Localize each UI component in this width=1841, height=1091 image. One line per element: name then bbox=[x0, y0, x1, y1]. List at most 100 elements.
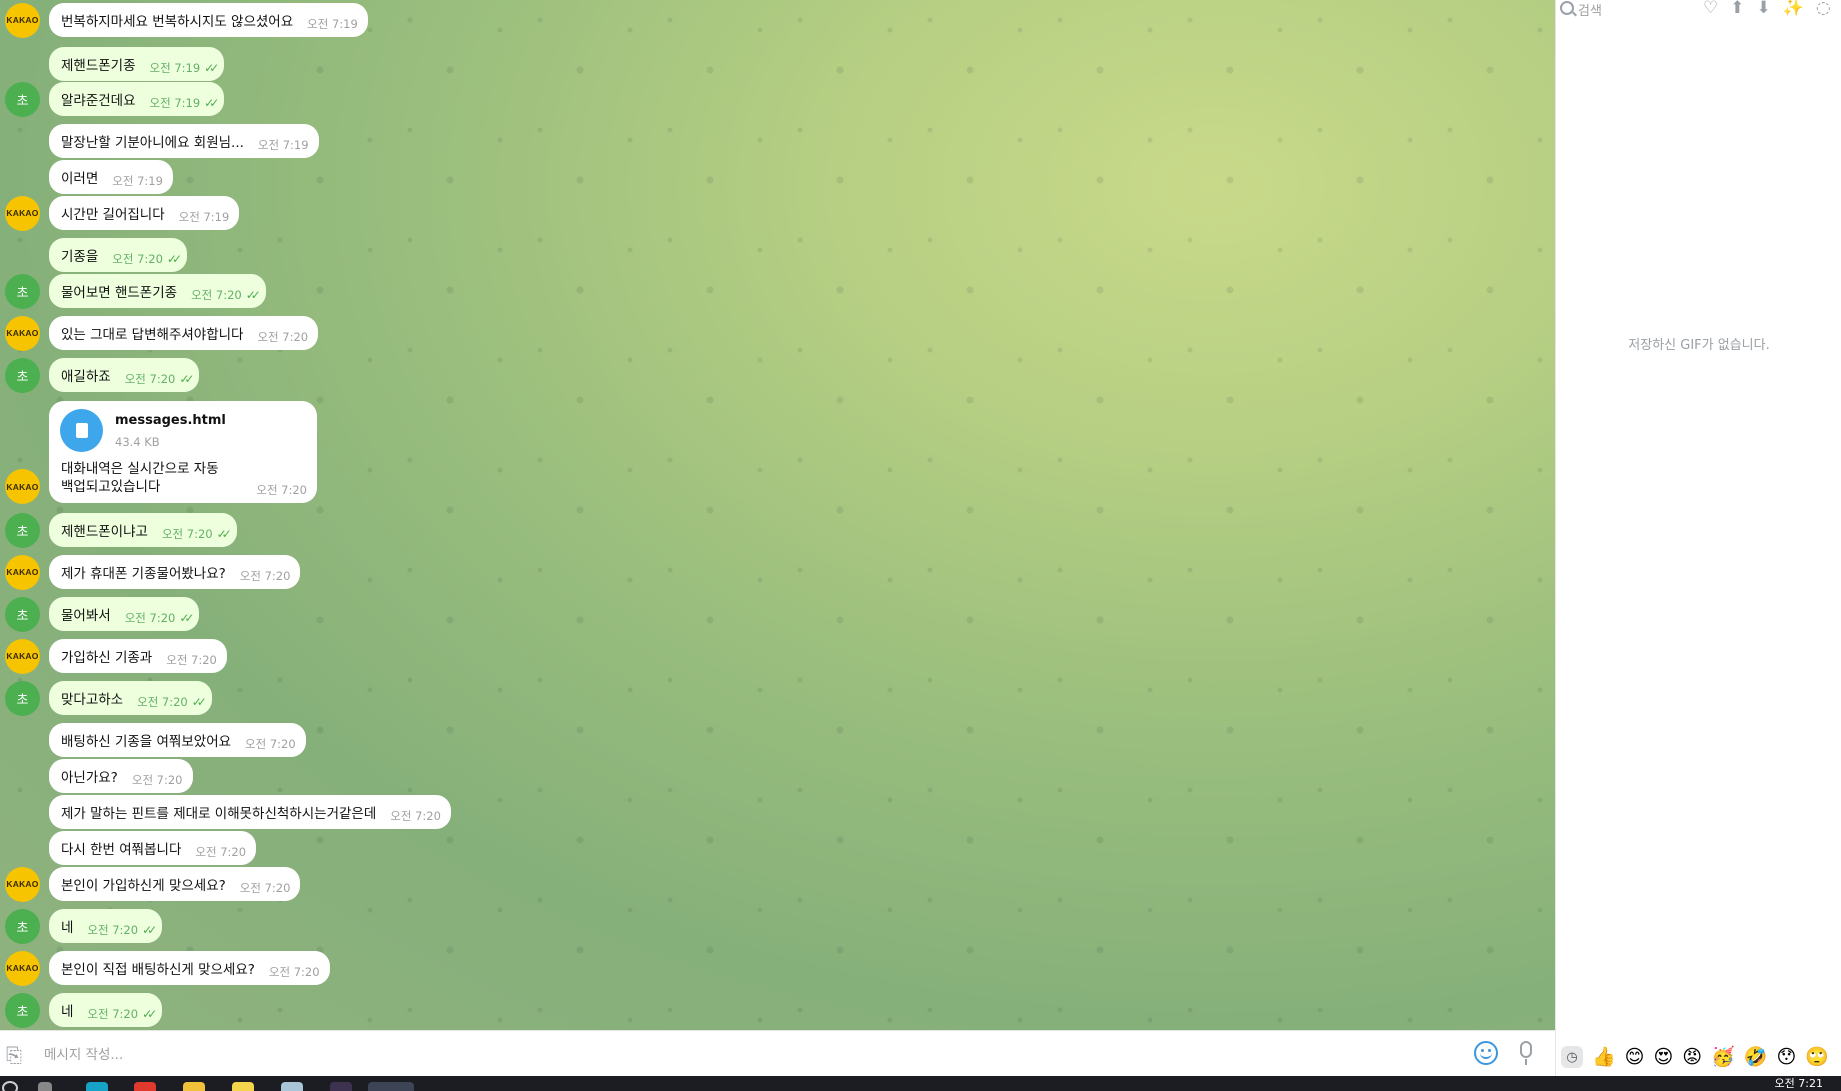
microphone-icon[interactable] bbox=[1520, 1041, 1532, 1058]
double-check-icon: ✓✓ bbox=[216, 526, 232, 541]
message-text: 애길하죠 bbox=[61, 369, 111, 385]
message-bubble[interactable]: 제핸드폰이냐고 오전 7:20 ✓✓ bbox=[49, 513, 237, 547]
message-bubble[interactable]: 번복하지마세요 번복하시지도 않으셨어요 오전 7:19 bbox=[49, 3, 368, 37]
file-name[interactable]: messages.html bbox=[115, 413, 226, 428]
kakao-avatar[interactable]: KAKAO bbox=[5, 2, 40, 38]
message-bubble[interactable]: 제핸드폰기종 오전 7:19 ✓✓ bbox=[49, 47, 225, 81]
gif-empty-text: 저장하신 GIF가 없습니다. bbox=[1628, 338, 1770, 353]
taskbar-folder-icon[interactable] bbox=[183, 1082, 205, 1091]
message-bubble[interactable]: 있는 그대로 답변해주셔야합니다 오전 7:20 bbox=[49, 316, 319, 350]
message-bubble[interactable]: 물어보면 핸드폰기종 오전 7:20 ✓✓ bbox=[49, 274, 266, 308]
kakao-avatar[interactable]: KAKAO bbox=[5, 554, 40, 590]
message-bubble[interactable]: 시간만 길어집니다 오전 7:19 bbox=[49, 196, 240, 230]
attach-icon[interactable]: ⎘ bbox=[6, 1043, 22, 1067]
message-bubble[interactable]: 배팅하신 기종을 여쭤보았어요 오전 7:20 bbox=[49, 723, 306, 757]
taskbar-clock[interactable]: 오전 7:21 bbox=[1775, 1076, 1823, 1091]
message-time: 오전 7:20 bbox=[124, 371, 176, 386]
message-bubble[interactable]: 본인이 가입하신게 맞으세요? 오전 7:20 bbox=[49, 867, 301, 901]
double-check-icon: ✓✓ bbox=[204, 60, 219, 75]
message-bubble[interactable]: 아닌가요? 오전 7:20 bbox=[49, 759, 193, 793]
party-icon[interactable]: ✨ bbox=[1783, 0, 1804, 18]
message-bubble[interactable]: 알랴준건데요 오전 7:19 ✓✓ bbox=[49, 82, 225, 116]
message-time: 오전 7:20 bbox=[191, 287, 242, 302]
taskbar-windows-icon[interactable] bbox=[38, 1082, 52, 1091]
recent-clock-icon[interactable]: ◷ bbox=[1561, 1046, 1583, 1068]
file-message-bubble[interactable]: messages.html 43.4 KB 대화내역은 실시간으로 자동 백업되고… bbox=[49, 401, 317, 503]
emoji-bar: ◷ 👍 😊 😍 😡 🥳 🤣 😯 🙄 bbox=[1556, 1042, 1841, 1072]
message-time: 오전 7:20 bbox=[87, 922, 139, 937]
kakao-avatar[interactable]: KAKAO bbox=[5, 469, 40, 504]
message-text: 이러면 bbox=[61, 171, 99, 187]
emoji-smile[interactable]: 😊 bbox=[1625, 1046, 1645, 1068]
taskbar-app-icon[interactable] bbox=[330, 1082, 352, 1091]
taskbar-telegram-icon[interactable] bbox=[368, 1082, 414, 1091]
taskbar-search-icon[interactable] bbox=[2, 1081, 18, 1091]
search-icon[interactable] bbox=[1560, 1, 1574, 15]
user-avatar[interactable]: 초 bbox=[5, 512, 40, 548]
thumbs-down-icon[interactable]: ⬇ bbox=[1757, 0, 1771, 18]
emoji-party[interactable]: 🥳 bbox=[1711, 1046, 1735, 1068]
message-bubble[interactable]: 기종을 오전 7:20 ✓✓ bbox=[49, 238, 188, 272]
message-text: 제가 말하는 핀트를 제대로 이해못하신척하시는거같은데 bbox=[61, 806, 377, 822]
taskbar-app-icon[interactable] bbox=[232, 1082, 254, 1091]
panel-toolbar: ♡ ⬆ ⬇ ✨ ◌ bbox=[1703, 0, 1831, 18]
message-bubble[interactable]: 이러면 오전 7:19 bbox=[49, 160, 173, 194]
message-bubble[interactable]: 네 오전 7:20 ✓✓ bbox=[49, 909, 163, 943]
user-avatar[interactable]: 초 bbox=[5, 992, 40, 1028]
heart-icon[interactable]: ♡ bbox=[1703, 0, 1718, 18]
message-input[interactable] bbox=[42, 1041, 1446, 1069]
message-bubble[interactable]: 제가 말하는 핀트를 제대로 이해못하신척하시는거같은데 오전 7:20 bbox=[49, 795, 451, 829]
user-avatar[interactable]: 초 bbox=[5, 908, 40, 944]
gif-search-input[interactable]: 검색 bbox=[1578, 0, 1602, 19]
message-time: 오전 7:20 bbox=[131, 772, 183, 787]
emoji-heart-eyes[interactable]: 😍 bbox=[1653, 1046, 1673, 1068]
double-check-icon: ✓✓ bbox=[204, 95, 219, 110]
emoji-angry[interactable]: 😡 bbox=[1682, 1046, 1702, 1068]
message-bubble[interactable]: 가입하신 기종과 오전 7:20 bbox=[49, 639, 227, 673]
kakao-avatar[interactable]: KAKAO bbox=[5, 315, 40, 351]
message-bubble[interactable]: 다시 한번 여쭤봅니다 오전 7:20 bbox=[49, 831, 257, 865]
user-avatar[interactable]: 초 bbox=[5, 273, 40, 309]
message-text: 물어봐서 bbox=[61, 608, 111, 624]
double-check-icon: ✓✓ bbox=[191, 694, 207, 709]
thumbs-up-icon[interactable]: ⬆ bbox=[1730, 0, 1744, 18]
double-check-icon: ✓✓ bbox=[179, 610, 194, 625]
emoji-laughing[interactable]: 🤣 bbox=[1744, 1046, 1768, 1068]
more-icon[interactable]: ◌ bbox=[1816, 0, 1831, 18]
kakao-avatar[interactable]: KAKAO bbox=[5, 195, 40, 231]
user-avatar[interactable]: 초 bbox=[5, 680, 40, 716]
user-avatar[interactable]: 초 bbox=[5, 357, 40, 393]
user-avatar[interactable]: 초 bbox=[5, 596, 40, 632]
taskbar-chrome-icon[interactable] bbox=[134, 1082, 156, 1091]
microphone-stem bbox=[1525, 1059, 1527, 1065]
chat-area: KAKAO 번복하지마세요 번복하시지도 않으셨어요 오전 7:19 제핸드폰기종… bbox=[0, 0, 1555, 1030]
message-bubble[interactable]: 본인이 직접 배팅하신게 맞으세요? 오전 7:20 bbox=[49, 951, 330, 985]
kakao-avatar[interactable]: KAKAO bbox=[5, 950, 40, 986]
message-time: 오전 7:19 bbox=[178, 209, 230, 224]
message-text: 있는 그대로 답변해주셔야합니다 bbox=[61, 327, 244, 343]
message-bubble[interactable]: 네 오전 7:20 ✓✓ bbox=[49, 993, 163, 1027]
message-text: 알랴준건데요 bbox=[61, 93, 136, 109]
taskbar-edge-icon[interactable] bbox=[86, 1082, 108, 1091]
message-text: 제핸드폰기종 bbox=[61, 58, 136, 74]
message-time: 오전 7:20 bbox=[257, 329, 309, 344]
message-bubble[interactable]: 애길하죠 오전 7:20 ✓✓ bbox=[49, 358, 200, 392]
kakao-avatar[interactable]: KAKAO bbox=[5, 866, 40, 902]
message-time: 오전 7:20 bbox=[268, 964, 320, 979]
message-time: 오전 7:20 bbox=[239, 880, 291, 895]
emoji-icon[interactable] bbox=[1474, 1041, 1498, 1065]
message-bubble[interactable]: 말장난할 기분아니에요 회원님... 오전 7:19 bbox=[49, 124, 319, 158]
file-download-icon[interactable] bbox=[60, 409, 103, 452]
emoji-surprised[interactable]: 😯 bbox=[1776, 1046, 1796, 1068]
message-bubble[interactable]: 물어봐서 오전 7:20 ✓✓ bbox=[49, 597, 200, 631]
message-bubble[interactable]: 맞다고하소 오전 7:20 ✓✓ bbox=[49, 681, 212, 715]
file-caption-line: 대화내역은 실시간으로 자동 bbox=[61, 461, 219, 477]
message-bubble[interactable]: 제가 휴대폰 기종물어봤나요? 오전 7:20 bbox=[49, 555, 301, 589]
kakao-avatar[interactable]: KAKAO bbox=[5, 638, 40, 674]
emoji-thumbs-up[interactable]: 👍 bbox=[1592, 1046, 1616, 1068]
user-avatar[interactable]: 초 bbox=[5, 81, 40, 117]
emoji-eye-roll[interactable]: 🙄 bbox=[1805, 1046, 1829, 1068]
taskbar-app-icon[interactable] bbox=[281, 1082, 303, 1091]
message-text: 본인이 직접 배팅하신게 맞으세요? bbox=[61, 962, 255, 978]
double-check-icon: ✓✓ bbox=[245, 287, 261, 302]
